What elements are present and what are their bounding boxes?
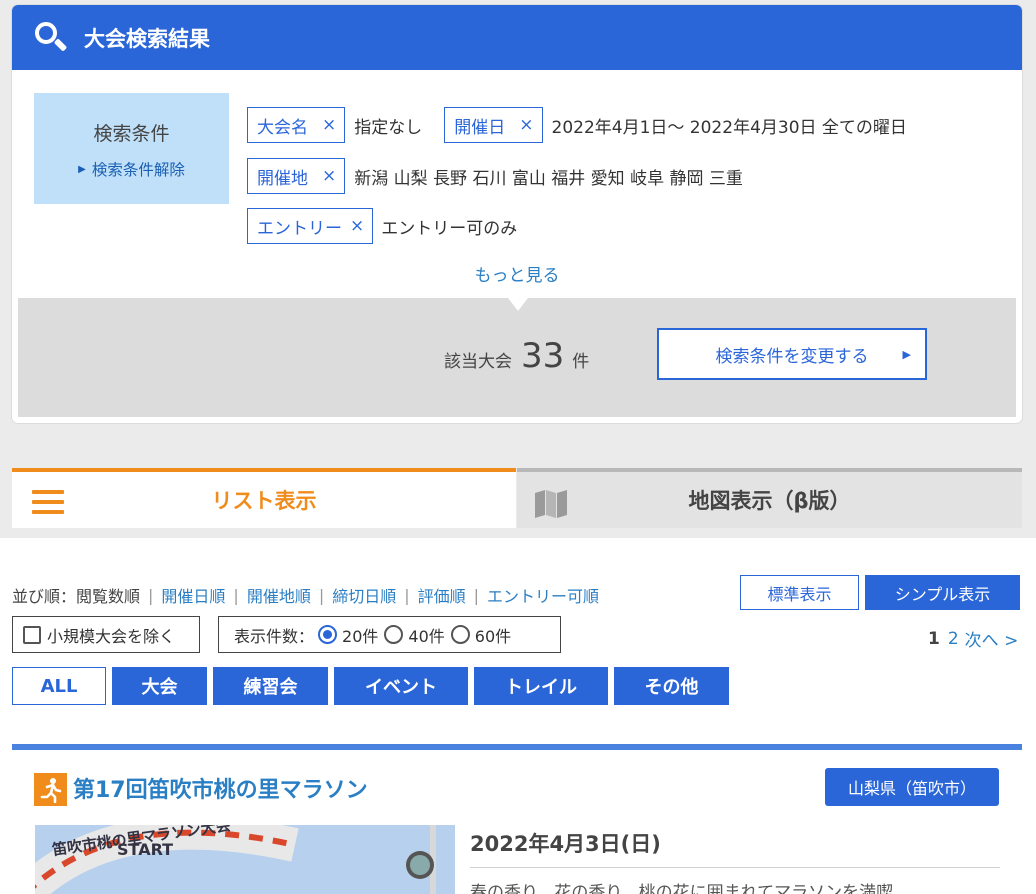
condition-value: 新潟 山梨 長野 石川 富山 福井 愛知 岐阜 静岡 三重	[354, 168, 743, 189]
condition-chip-entry[interactable]: エントリー ×	[247, 208, 374, 244]
tab-list-label: リスト表示	[211, 489, 317, 513]
condition-row: 開催地 × 新潟 山梨 長野 石川 富山 福井 愛知 岐阜 静岡 三重	[247, 158, 757, 194]
sort-option-date[interactable]: 開催日順	[161, 583, 225, 607]
condition-value: エントリー可のみ	[381, 218, 518, 239]
view-tabs: リスト表示 地図表示（β版）	[12, 468, 1022, 528]
triangle-right-icon: ▶	[78, 163, 86, 175]
result-count-unit: 件	[572, 352, 590, 372]
sort-option-deadline[interactable]: 締切日順	[332, 583, 396, 607]
exclude-small-events-checkbox[interactable]: 小規模大会を除く	[12, 616, 200, 653]
radio-icon[interactable]	[450, 625, 470, 644]
search-result-panel: 大会検索結果 検索条件 ▶ 検索条件解除 大会名 × 指定なし 開催日 × 20…	[12, 5, 1022, 423]
sort-option-rating[interactable]: 評価順	[418, 583, 466, 607]
per-page-option-label: 40件	[408, 626, 445, 646]
radio-icon[interactable]	[384, 625, 404, 644]
pagination: 1 2 次へ >	[928, 626, 1024, 652]
current-page: 1	[928, 628, 940, 649]
page-link-2[interactable]: 2	[948, 629, 959, 649]
event-photo[interactable]: 笛吹市桃の里マラソン大会 START	[35, 825, 455, 894]
sort-current-label: 並び順：閲覧数順	[12, 587, 141, 606]
category-event[interactable]: イベント	[334, 667, 468, 705]
search-icon	[34, 21, 68, 55]
per-page-option-40[interactable]: 40件	[384, 623, 445, 647]
remove-icon[interactable]: ×	[350, 216, 364, 236]
conditions-title: 検索条件	[93, 123, 170, 145]
condition-row: エントリー × エントリー可のみ	[247, 208, 531, 244]
search-conditions-box: 検索条件 ▶ 検索条件解除	[34, 93, 229, 204]
category-trail[interactable]: トレイル	[474, 667, 608, 705]
sort-option-entry[interactable]: エントリー可順	[487, 583, 599, 607]
remove-icon[interactable]: ×	[322, 166, 336, 186]
per-page-label: 表示件数：	[234, 626, 315, 646]
condition-chip-date[interactable]: 開催日 ×	[444, 107, 543, 143]
remove-icon[interactable]: ×	[322, 115, 336, 135]
result-count-number: 33	[521, 336, 565, 376]
clear-conditions-link[interactable]: ▶ 検索条件解除	[34, 158, 229, 180]
event-title-link[interactable]: 第17回笛吹市桃の里マラソン	[73, 772, 368, 804]
chip-label: 大会名	[257, 117, 308, 138]
result-count-area: 該当大会 33 件 検索条件を変更する ▶	[18, 298, 1016, 417]
condition-value: 指定なし	[354, 117, 423, 138]
chip-label: 開催日	[454, 117, 506, 138]
result-list-area: 並び順：閲覧数順 | 開催日順 | 開催地順 | 締切日順 | 評価順 | エン…	[0, 538, 1036, 894]
clear-conditions-label: 検索条件解除	[91, 161, 185, 179]
photo-start-text: START	[117, 840, 173, 859]
per-page-option-60[interactable]: 60件	[450, 623, 512, 647]
category-all[interactable]: ALL	[12, 667, 106, 705]
category-other[interactable]: その他	[614, 667, 729, 705]
sort-option-location[interactable]: 開催地順	[247, 583, 311, 607]
event-description: 春の香り、花の香り、桃の花に囲まれてマラソンを満喫	[470, 883, 894, 894]
remove-icon[interactable]: ×	[519, 115, 533, 135]
map-icon	[535, 490, 567, 518]
runner-icon	[34, 773, 67, 806]
simple-view-button[interactable]: シンプル表示	[865, 575, 1020, 610]
condition-value: 2022年4月1日～ 2022年4月30日 全ての曜日	[551, 117, 907, 138]
next-page-link[interactable]: 次へ >	[965, 626, 1019, 651]
panel-header: 大会検索結果	[12, 5, 1022, 70]
change-conditions-button[interactable]: 検索条件を変更する ▶	[657, 328, 927, 380]
result-count: 該当大会 33 件	[444, 336, 589, 376]
triangle-right-icon: ▶	[902, 347, 911, 361]
divider	[470, 867, 1000, 868]
chip-label: 開催地	[257, 168, 308, 189]
notch-decoration	[508, 298, 528, 311]
tab-map-view[interactable]: 地図表示（β版）	[517, 468, 1022, 528]
condition-row: 大会名 × 指定なし 開催日 × 2022年4月1日～ 2022年4月30日 全…	[247, 107, 921, 143]
more-link[interactable]: もっと見る	[12, 261, 1022, 286]
event-card-top-bar	[12, 744, 1022, 750]
checkbox-icon[interactable]	[23, 625, 41, 644]
category-race[interactable]: 大会	[112, 667, 207, 705]
page-title: 大会検索結果	[84, 26, 210, 51]
per-page-option-label: 20件	[342, 626, 379, 646]
sort-bar: 並び順：閲覧数順 | 開催日順 | 開催地順 | 締切日順 | 評価順 | エン…	[12, 583, 599, 607]
standard-view-button[interactable]: 標準表示	[740, 575, 859, 610]
tab-list-view[interactable]: リスト表示	[12, 468, 516, 528]
prefecture-button[interactable]: 山梨県（笛吹市）	[825, 768, 999, 806]
result-count-label: 該当大会	[444, 352, 512, 372]
radio-selected-icon[interactable]	[318, 625, 338, 644]
event-photo-image: 笛吹市桃の里マラソン大会 START	[35, 825, 455, 894]
chip-label: エントリー	[257, 218, 342, 239]
per-page-option-20[interactable]: 20件	[318, 623, 378, 647]
exclude-small-label: 小規模大会を除く	[47, 626, 176, 646]
condition-chip-event-name[interactable]: 大会名 ×	[247, 107, 346, 143]
change-conditions-label: 検索条件を変更する	[715, 346, 869, 367]
hamburger-menu-icon	[32, 490, 64, 514]
event-date: 2022年4月3日(日)	[470, 832, 661, 856]
per-page-option-label: 60件	[474, 626, 512, 646]
category-practice[interactable]: 練習会	[213, 667, 328, 705]
condition-chip-location[interactable]: 開催地 ×	[247, 158, 346, 194]
tab-map-label: 地図表示（β版）	[688, 489, 851, 513]
per-page-selector: 表示件数： 20件 40件 60件	[218, 616, 561, 653]
